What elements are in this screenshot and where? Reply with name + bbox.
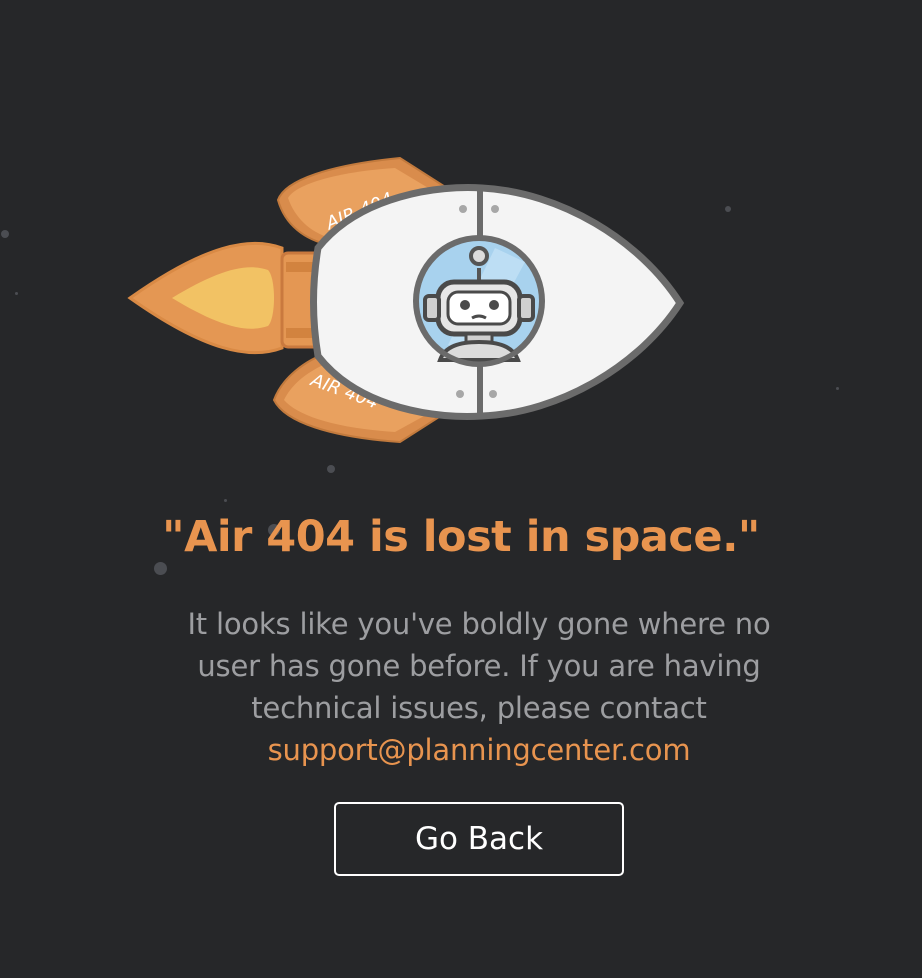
support-email-link[interactable]: support@planningcenter.com [268,733,691,767]
star [154,562,167,575]
error-message-text: It looks like you've boldly gone where n… [187,607,771,725]
go-back-button[interactable]: Go Back [334,802,624,876]
error-message: It looks like you've boldly gone where n… [161,603,797,771]
page-title: "Air 404 is lost in space." [162,512,760,562]
rocket-with-robot-icon: AIR 404 AIR 404 [127,156,685,444]
